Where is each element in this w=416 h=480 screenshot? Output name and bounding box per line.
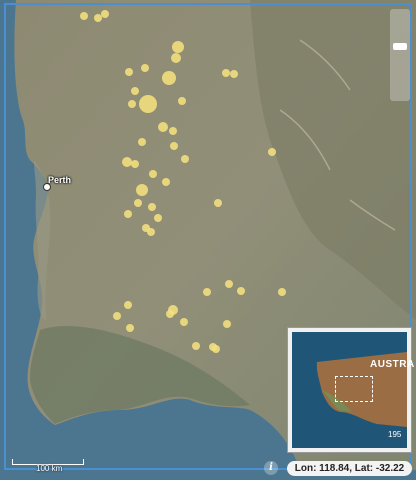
map-marker[interactable] <box>147 228 155 236</box>
overview-country-label: AUSTRA <box>370 359 415 370</box>
map-marker[interactable] <box>136 184 148 196</box>
map-marker[interactable] <box>170 142 178 150</box>
city-label: Perth <box>48 175 72 185</box>
map-marker[interactable] <box>128 100 136 108</box>
map-marker[interactable] <box>125 68 133 76</box>
map-marker[interactable] <box>178 97 186 105</box>
map-marker[interactable] <box>126 324 134 332</box>
map-marker[interactable] <box>139 95 157 113</box>
map-marker[interactable] <box>223 320 231 328</box>
map-marker[interactable] <box>203 288 211 296</box>
map-marker[interactable] <box>80 12 88 20</box>
map-marker[interactable] <box>212 345 220 353</box>
map-marker[interactable] <box>171 53 181 63</box>
overview-extent-box[interactable] <box>335 376 373 402</box>
map-marker[interactable] <box>181 155 189 163</box>
zoom-slider-thumb[interactable] <box>393 43 407 50</box>
map-marker[interactable] <box>192 342 200 350</box>
map-marker[interactable] <box>149 170 157 178</box>
map-marker[interactable] <box>138 138 146 146</box>
map-marker[interactable] <box>166 310 174 318</box>
map-marker[interactable] <box>122 157 132 167</box>
coordinate-readout: Lon: 118.84, Lat: -32.22 <box>287 461 412 476</box>
map-marker[interactable] <box>237 287 245 295</box>
zoom-slider[interactable] <box>390 9 410 101</box>
map-marker[interactable] <box>141 64 149 72</box>
map-marker[interactable] <box>180 318 188 326</box>
map-marker[interactable] <box>278 288 286 296</box>
map-marker[interactable] <box>94 14 102 22</box>
map-marker[interactable] <box>222 69 230 77</box>
map-marker[interactable] <box>169 127 177 135</box>
map-marker[interactable] <box>124 301 132 309</box>
map-marker[interactable] <box>268 148 276 156</box>
map-marker[interactable] <box>124 210 132 218</box>
map-marker[interactable] <box>148 203 156 211</box>
map-marker[interactable] <box>158 122 168 132</box>
map-marker[interactable] <box>154 214 162 222</box>
map-marker[interactable] <box>101 10 109 18</box>
info-icon[interactable]: i <box>264 461 278 475</box>
map-marker[interactable] <box>172 41 184 53</box>
map-marker[interactable] <box>131 160 139 168</box>
overview-number: 195 <box>388 430 402 439</box>
map-marker[interactable] <box>162 71 176 85</box>
map-marker[interactable] <box>214 199 222 207</box>
map-marker[interactable] <box>131 87 139 95</box>
map-marker[interactable] <box>230 70 238 78</box>
map-view[interactable]: Perth AUSTRA 195 100 km i Lon: 118.84, L… <box>0 0 416 480</box>
map-marker[interactable] <box>113 312 121 320</box>
map-marker[interactable] <box>162 178 170 186</box>
map-marker[interactable] <box>134 199 142 207</box>
map-marker[interactable] <box>225 280 233 288</box>
scale-label: 100 km <box>36 464 63 473</box>
